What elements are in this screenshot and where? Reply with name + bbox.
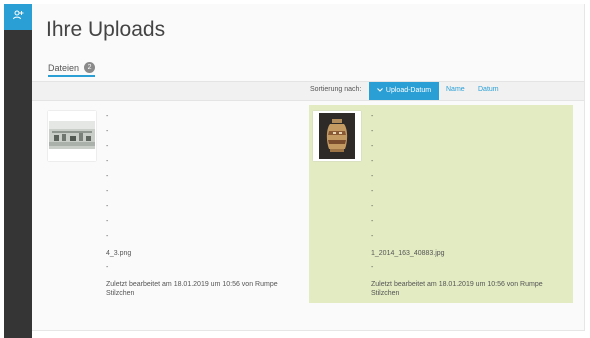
file-thumbnail[interactable] xyxy=(313,111,361,161)
meta-value: - xyxy=(106,143,109,150)
count-badge: 2 xyxy=(84,62,96,73)
meta-value: - xyxy=(371,128,374,135)
tab-dateien[interactable]: Dateien 2 xyxy=(48,62,96,77)
meta-value: - xyxy=(106,188,109,195)
meta-value: - xyxy=(371,188,374,195)
sidebar-item-uploads[interactable] xyxy=(4,4,32,30)
meta-value: - xyxy=(106,233,109,240)
sort-upload-date-button[interactable]: Upload-Datum xyxy=(369,82,439,100)
user-add-icon xyxy=(12,8,24,26)
meta-value: - xyxy=(371,158,374,165)
meta-value: - xyxy=(106,218,109,225)
last-edited: Zuletzt bearbeitet am 18.01.2019 um 10:5… xyxy=(106,281,278,297)
file-card[interactable]: - - - - - - - - - 4_3.png - Zuletzt bear… xyxy=(44,105,308,303)
sort-bar: Sortierung nach: Upload-Datum Name Datum xyxy=(32,81,584,101)
tab-label: Dateien xyxy=(48,62,80,73)
meta-value: - xyxy=(371,218,374,225)
file-thumbnail[interactable] xyxy=(48,111,96,161)
main-content: Ihre Uploads Dateien 2 Sortierung nach: … xyxy=(32,4,585,331)
sort-active-label: Upload-Datum xyxy=(385,87,432,94)
meta-value: - xyxy=(106,113,109,120)
file-name: 1_2014_163_40883.jpg xyxy=(371,250,445,257)
meta-value: - xyxy=(106,128,109,135)
tab-bar: Dateien 2 xyxy=(48,62,96,77)
sort-label: Sortierung nach: xyxy=(310,86,362,93)
last-edited: Zuletzt bearbeitet am 18.01.2019 um 10:5… xyxy=(371,281,543,297)
meta-value: - xyxy=(106,203,109,210)
metadata-list: - - - - - - - - - xyxy=(106,113,296,248)
chevron-down-icon xyxy=(377,82,383,100)
meta-value: - xyxy=(371,264,374,271)
meta-value: - xyxy=(371,173,374,180)
meta-value: - xyxy=(371,113,374,120)
file-name: 4_3.png xyxy=(106,250,132,257)
sort-name-link[interactable]: Name xyxy=(446,86,465,93)
sort-date-link[interactable]: Datum xyxy=(478,86,499,93)
meta-value: - xyxy=(106,264,109,271)
meta-value: - xyxy=(371,203,374,210)
page-title: Ihre Uploads xyxy=(46,18,166,41)
file-card-selected[interactable]: - - - - - - - - - 1_2014_163_40883.jpg -… xyxy=(309,105,573,303)
sidebar xyxy=(4,4,32,338)
meta-value: - xyxy=(371,143,374,150)
meta-value: - xyxy=(106,173,109,180)
metadata-list: - - - - - - - - - xyxy=(371,113,561,248)
meta-value: - xyxy=(106,158,109,165)
app-frame: Ihre Uploads Dateien 2 Sortierung nach: … xyxy=(0,0,590,338)
meta-value: - xyxy=(371,233,374,240)
